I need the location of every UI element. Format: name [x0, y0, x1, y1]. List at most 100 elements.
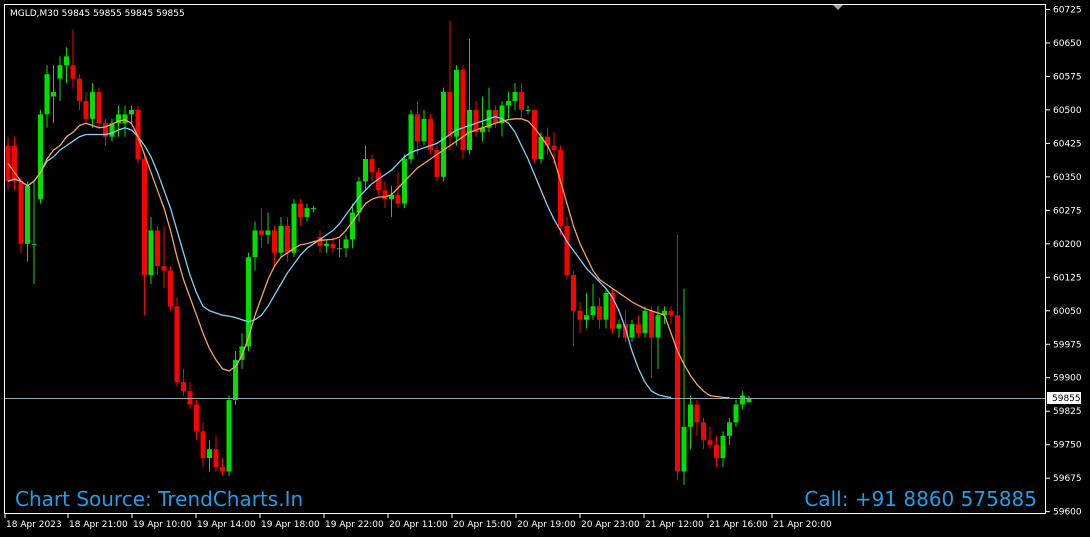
candle-body: [278, 225, 284, 253]
candle-body: [343, 239, 349, 249]
candle-body: [532, 109, 537, 160]
candle-body: [733, 404, 739, 423]
x-tick-label: 18 Apr 21:00: [69, 520, 128, 530]
candle-body: [155, 230, 160, 267]
candle: [408, 109, 414, 164]
candle-body: [142, 159, 147, 276]
candle-body: [714, 444, 719, 459]
x-tick-label: 20 Apr 15:00: [453, 520, 512, 530]
candle-body: [642, 310, 648, 334]
candle: [460, 65, 466, 160]
candle-body: [512, 92, 518, 101]
candle-body: [18, 181, 24, 244]
candle-body: [577, 310, 583, 320]
y-tick-label: 59675: [1053, 474, 1082, 484]
candle: [564, 217, 570, 280]
candle-body: [649, 310, 654, 338]
candle-body: [629, 324, 635, 338]
y-tick-label: 60575: [1053, 72, 1082, 82]
candle-body: [44, 74, 50, 115]
candle-body: [421, 118, 427, 142]
x-tick-label: 21 Apr 12:00: [645, 520, 704, 530]
candle-body: [441, 92, 446, 177]
candle-body: [675, 315, 680, 472]
candle-body: [467, 109, 472, 151]
candle-body: [720, 435, 726, 459]
candle-body: [64, 56, 69, 66]
y-tick-label: 60650: [1053, 39, 1082, 49]
candle-body: [174, 306, 180, 383]
candle-body: [25, 185, 30, 244]
candle-body: [194, 404, 199, 432]
watermark-contact: Call: +91 8860 575885: [804, 487, 1037, 511]
candle-body: [681, 426, 687, 472]
candle-body: [525, 109, 531, 111]
candle-body: [272, 230, 277, 253]
candle-body: [31, 243, 37, 245]
candle-body: [369, 159, 375, 173]
y-tick-label: 60350: [1053, 173, 1082, 183]
candle-body: [38, 114, 43, 200]
x-tick-label: 19 Apr 22:00: [325, 520, 384, 530]
candle-body: [636, 324, 641, 334]
candle-body: [187, 391, 193, 405]
candle-body: [330, 243, 336, 249]
y-tick-label: 59750: [1053, 441, 1082, 451]
candle-body: [259, 230, 264, 235]
y-tick-label: 60725: [1053, 5, 1082, 15]
watermark-source: Chart Source: TrendCharts.In: [15, 487, 303, 511]
candle-body: [161, 266, 167, 271]
candle-body: [376, 172, 381, 191]
candle-body: [415, 114, 420, 142]
candle-body: [298, 203, 303, 218]
candle-body: [265, 230, 271, 235]
candle-body: [668, 310, 674, 316]
candle-body: [311, 208, 316, 210]
candle-body: [454, 69, 459, 137]
candle-body: [90, 92, 95, 119]
candle-body: [200, 431, 206, 459]
y-tick-label: 59600: [1053, 508, 1082, 518]
candle-body: [129, 109, 134, 115]
candle-body: [701, 422, 706, 441]
candle-body: [57, 65, 63, 79]
price-chart[interactable]: 60725 60650 60575 60500 60425 60350 60275 60200…: [0, 0, 1090, 537]
candle-body: [447, 92, 453, 137]
candle-body: [226, 400, 232, 472]
candle: [642, 306, 648, 338]
candle: [434, 145, 440, 182]
x-tick-label: 20 Apr 11:00: [389, 520, 448, 530]
candle-body: [324, 243, 329, 247]
y-tick-label: 59900: [1053, 374, 1082, 384]
x-tick-label: 19 Apr 10:00: [133, 520, 192, 530]
x-tick-label: 19 Apr 18:00: [261, 520, 320, 530]
chart-header: MGLD,M30 59845 59855 59845 59855: [10, 9, 185, 19]
y-tick-label: 60200: [1053, 240, 1082, 250]
candle-body: [740, 395, 745, 405]
candle-body: [122, 114, 128, 124]
candle-body: [252, 230, 258, 258]
candle-body: [5, 145, 11, 182]
candle-body: [12, 145, 17, 182]
candle-body: [655, 315, 661, 338]
candle: [558, 145, 563, 235]
y-tick-label: 59975: [1053, 340, 1082, 350]
candle-body: [688, 404, 693, 427]
candle-body: [564, 225, 570, 276]
y-tick-label: 60050: [1053, 307, 1082, 317]
candle-body: [584, 315, 589, 320]
candle-body: [382, 190, 388, 200]
candle-body: [213, 449, 219, 468]
x-tick-label: 20 Apr 19:00: [517, 520, 576, 530]
candle-body: [207, 449, 212, 459]
candle-body: [707, 440, 713, 445]
candle-body: [694, 404, 700, 423]
candle-body: [96, 92, 102, 124]
candle-body: [304, 208, 310, 218]
candle-body: [181, 382, 186, 392]
candle: [454, 65, 459, 146]
x-tick-label: 21 Apr 16:00: [709, 520, 768, 530]
candle-body: [83, 100, 89, 119]
candle: [96, 87, 102, 128]
candle-body: [220, 467, 225, 472]
